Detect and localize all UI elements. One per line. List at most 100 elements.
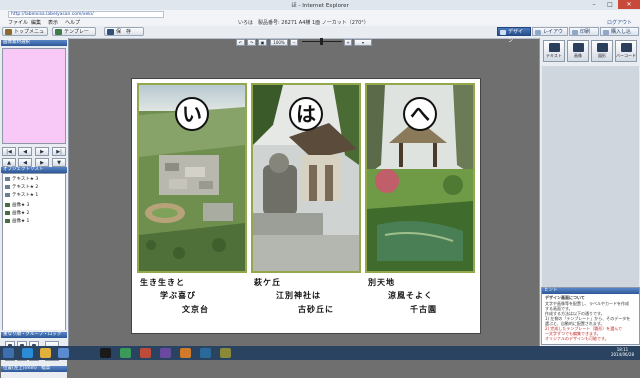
zoom-slider-handle[interactable] — [320, 38, 323, 45]
tab-print[interactable]: 印刷 — [569, 27, 599, 36]
tab-print-label: 印刷 — [580, 29, 591, 35]
home-icon — [5, 29, 12, 35]
card-kana: へ — [403, 97, 437, 131]
label-page[interactable]: い は へ 生き生きと 学ぶ喜び 文京台 萩ケ丘 江別神社は 古砂丘に 別天地 … — [132, 79, 480, 333]
add-shape-button[interactable]: 図形 — [591, 40, 613, 62]
scroll-right-button[interactable]: ▶ — [35, 158, 49, 167]
text-object-icon — [5, 184, 10, 189]
design-icon — [500, 30, 506, 35]
poem-line[interactable]: 文京台 — [182, 304, 209, 315]
design-canvas[interactable]: い は へ 生き生きと 学ぶ喜び 文京台 萩ケ丘 江別神社は 古砂丘に 別天地 … — [70, 49, 538, 346]
poem-line[interactable]: 生き生きと — [140, 277, 185, 288]
save-button[interactable]: 保 存 — [104, 27, 144, 36]
nav-row: |◀ ◀ ▶ ▶| — [2, 147, 66, 156]
shape-icon — [596, 43, 608, 52]
last-page-button[interactable]: ▶| — [52, 147, 66, 156]
list-item[interactable]: 画像★ 1 — [5, 218, 29, 225]
clock[interactable]: 18:11 2014/06/28 — [611, 347, 634, 357]
add-text-label: テキスト — [546, 53, 562, 58]
photo-campus[interactable]: い — [137, 83, 247, 273]
start-icon[interactable] — [3, 348, 14, 358]
poem-line[interactable]: 学ぶ喜び — [160, 290, 196, 301]
hint-line: オリジナルのデザインも可能です。 — [545, 336, 609, 341]
zoom-field[interactable]: 100% — [270, 39, 288, 46]
list-item-label: テキスト★ 3 — [12, 177, 39, 182]
photo-shrine[interactable]: は — [251, 83, 361, 273]
tab-purchase[interactable]: 購入し込み — [600, 27, 639, 44]
app-icon[interactable] — [140, 348, 151, 358]
list-item[interactable]: テキスト★ 2 — [5, 184, 38, 191]
url-input[interactable]: http://labelxisa.labelyasan.com/xeki/ — [8, 11, 164, 18]
zoom-in-button[interactable]: + — [344, 39, 352, 46]
undo-button[interactable]: ↶ — [236, 39, 245, 46]
add-barcode-label: バーコード — [616, 53, 636, 58]
zoom-out-button[interactable]: − — [290, 39, 298, 46]
app-icon[interactable] — [180, 348, 191, 358]
add-image-button[interactable]: 画像 — [567, 40, 589, 62]
template-button[interactable]: テンプレート — [52, 27, 96, 44]
list-item[interactable]: テキスト★ 3 — [5, 176, 38, 183]
close-button[interactable]: ✕ — [618, 0, 640, 9]
poem-line[interactable]: 江別神社は — [276, 290, 321, 301]
menu-file[interactable]: ファイル — [8, 19, 28, 26]
redo-button[interactable]: ↷ — [247, 39, 256, 46]
list-item[interactable]: テキスト★ 1 — [5, 192, 38, 199]
first-page-button[interactable]: |◀ — [2, 147, 16, 156]
menu-help[interactable]: ヘルプ — [65, 19, 80, 26]
hint-box: ヒント デザイン画面について 文字や画像等を配置し、ラベルやカードを作成 する画… — [541, 287, 640, 345]
cart-icon — [603, 30, 609, 35]
list-item[interactable]: 画像★ 3 — [5, 202, 29, 209]
save-label: 保 存 — [116, 29, 132, 35]
top-menu-button[interactable]: トップメニュー — [2, 27, 48, 44]
menu-edit[interactable]: 編集 — [31, 19, 41, 26]
scroll-left-button[interactable]: ◀ — [18, 158, 32, 167]
next-page-button[interactable]: ▶ — [35, 147, 49, 156]
prev-page-button[interactable]: ◀ — [18, 147, 32, 156]
list-item[interactable]: 画像★ 2 — [5, 210, 29, 217]
image-object-icon — [5, 210, 10, 215]
template-icon — [55, 29, 62, 35]
window-title: ほ - Internet Explorer — [291, 3, 349, 9]
list-item-label: テキスト★ 2 — [12, 185, 39, 190]
app-icon[interactable] — [120, 348, 131, 358]
app-icon[interactable] — [160, 348, 171, 358]
poem-line[interactable]: 別天地 — [368, 277, 395, 288]
image-material-area[interactable] — [2, 48, 66, 144]
list-item-label: 画像★ 2 — [12, 211, 30, 216]
left-panel: 画像素材選択 |◀ ◀ ▶ ▶| ▲ ◀ ▶ ▼ オブジェクトリスト テキスト★… — [0, 38, 69, 378]
image-object-icon — [5, 202, 10, 207]
right-panel: テキスト 画像 図形 バーコード ヒント デザイン画面について 文字や画像等を配… — [539, 38, 640, 346]
barcode-icon — [620, 43, 632, 52]
app-icon[interactable] — [200, 348, 211, 358]
ie-window-icon[interactable] — [58, 348, 69, 358]
add-image-label: 画像 — [574, 53, 582, 58]
scroll-up-button[interactable]: ▲ — [2, 158, 16, 167]
minimize-button[interactable]: – — [586, 0, 602, 9]
app-icon[interactable] — [220, 348, 231, 358]
image-object-icon — [5, 218, 10, 223]
logout-link[interactable]: ログアウト — [607, 19, 632, 26]
scroll-down-button[interactable]: ▼ — [52, 158, 66, 167]
fit-button[interactable]: ▣ — [258, 39, 267, 46]
poem-line[interactable]: 萩ケ丘 — [254, 277, 281, 288]
tab-design[interactable]: デザイン — [497, 27, 531, 44]
add-shape-label: 図形 — [598, 53, 606, 58]
add-text-button[interactable]: テキスト — [543, 40, 565, 62]
terminal-icon[interactable] — [100, 348, 111, 358]
position-panel-title: 位置(左上)(mm) 幅高 — [1, 366, 67, 372]
nav-row-2: ▲ ◀ ▶ ▼ — [2, 158, 66, 167]
photo-garden[interactable]: へ — [365, 83, 475, 273]
ie-icon[interactable] — [22, 348, 33, 358]
group-panel-title: 重なり順・グループ・ロック — [1, 332, 67, 338]
menu-view[interactable]: 表示 — [48, 19, 58, 26]
poem-line[interactable]: 古砂丘に — [298, 304, 334, 315]
maximize-button[interactable]: □ — [602, 0, 618, 9]
zoom-select[interactable]: ▾ — [354, 39, 372, 46]
folder-icon[interactable] — [40, 348, 51, 358]
card-kana: は — [289, 97, 323, 131]
add-barcode-button[interactable]: バーコード — [615, 40, 637, 62]
poem-line[interactable]: 涼風そよく — [388, 290, 433, 301]
tab-layout[interactable]: レイアウト — [532, 27, 568, 44]
poem-line[interactable]: 千古園 — [410, 304, 437, 315]
text-object-icon — [5, 176, 10, 181]
